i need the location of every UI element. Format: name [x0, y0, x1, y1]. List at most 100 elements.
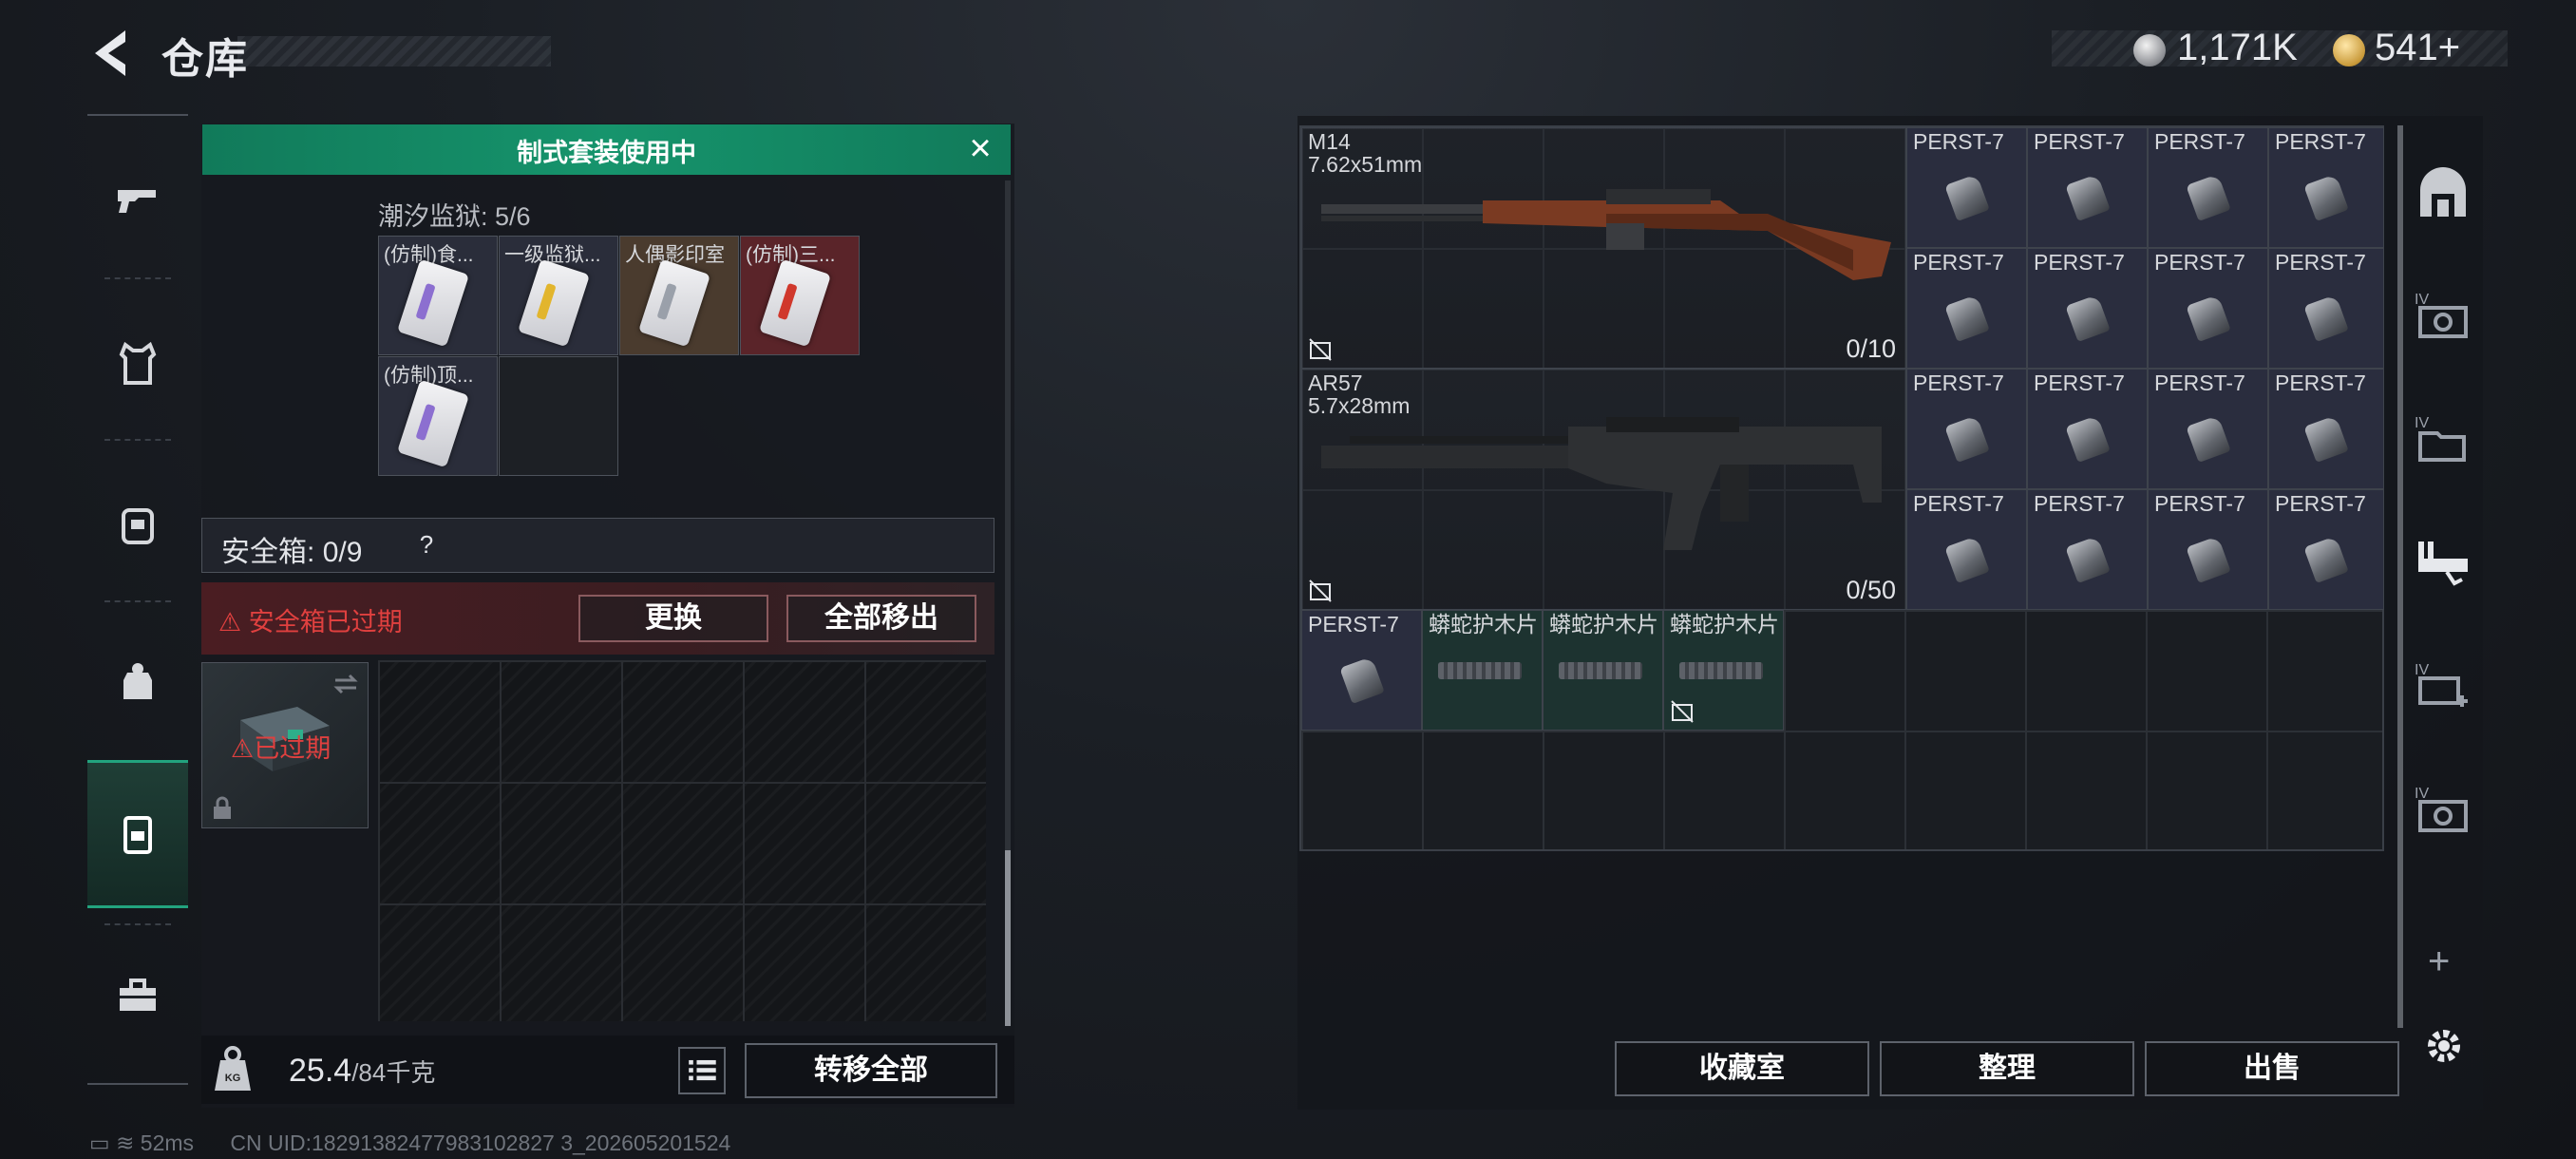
gold-coin-icon [2333, 34, 2365, 66]
organize-button[interactable]: 整理 [1880, 1041, 2134, 1096]
help-icon[interactable]: ? [409, 526, 444, 562]
storage-tab-3-icon[interactable]: IV [2413, 410, 2473, 471]
nav-safebox[interactable] [87, 760, 188, 908]
ammo-icon [2064, 535, 2111, 583]
set-item-slot-empty[interactable] [499, 356, 618, 476]
rifle-m14-icon [1321, 189, 1891, 280]
ammo-icon [2303, 535, 2349, 583]
ammo-icon [1943, 294, 1990, 342]
storage-tab-2-icon[interactable]: IV [2413, 287, 2473, 348]
set-item-slot[interactable]: (仿制)顶... [378, 356, 498, 476]
pouch-icon [123, 663, 152, 699]
ammo-item[interactable]: PERST-7 [2148, 489, 2268, 610]
weight-icon: KG [215, 1046, 251, 1091]
nav-rig[interactable] [87, 619, 188, 743]
set-item-slot[interactable]: (仿制)三... [740, 236, 860, 355]
ammo-item[interactable]: PERST-7 [2148, 369, 2268, 489]
ammo-label: PERST-7 [2034, 370, 2125, 395]
gear-icon[interactable] [2422, 1024, 2466, 1068]
vest-icon [119, 341, 157, 385]
nav-toolbox[interactable] [87, 933, 188, 1056]
handguard-icon [1438, 662, 1522, 679]
ammo-icon [2064, 173, 2111, 221]
ammo-label: PERST-7 [2154, 250, 2245, 275]
ammo-item[interactable]: PERST-7 [2268, 369, 2384, 489]
weight-value: 25.4 [289, 1053, 352, 1089]
handguard-icon [1679, 662, 1763, 679]
ammo-item[interactable]: PERST-7 [1906, 248, 2027, 369]
ammo-count: 0/50 [1846, 576, 1896, 604]
safebox-grid[interactable] [378, 660, 986, 1021]
storage-tab-5-icon[interactable]: IV [2413, 657, 2473, 718]
ammo-item[interactable]: PERST-7 [2268, 489, 2384, 610]
handguard-item[interactable]: 蟒蛇护木片 [1543, 610, 1663, 731]
title-decoration [237, 36, 551, 66]
replace-button[interactable]: 更换 [578, 595, 768, 642]
nav-weapons[interactable] [87, 139, 188, 262]
storage-tab-4-icon[interactable] [2413, 534, 2473, 595]
ammo-item[interactable]: PERST-7 [2148, 248, 2268, 369]
no-attachment-icon [1309, 580, 1332, 602]
svg-text:KG: KG [225, 1073, 241, 1084]
left-scrollbar-thumb[interactable] [1005, 850, 1011, 1026]
ammo-item[interactable]: PERST-7 [2027, 489, 2148, 610]
ammo-icon [2185, 535, 2231, 583]
expired-warning-text: 安全箱已过期 [248, 608, 403, 636]
weight-max: /84千克 [351, 1058, 436, 1087]
back-arrow-icon[interactable] [87, 27, 133, 80]
add-storage-icon[interactable]: + [2428, 940, 2450, 983]
safebox-item[interactable]: ⚠已过期 [201, 662, 369, 828]
weight-readout: 25.4/84千克 [289, 1053, 435, 1090]
status-bar: ▭ ≋ 52ms CN UID:18291382477983102827 3_2… [89, 1130, 730, 1156]
ammo-item[interactable]: PERST-7 [1301, 610, 1422, 731]
storage-grid[interactable]: M14 7.62x51mm 0/10 AR57 5.7x28mm 0/50 PERS… [1299, 125, 2384, 851]
storage-main-icon[interactable] [2413, 163, 2473, 224]
set-item-slot[interactable]: (仿制)食... [378, 236, 498, 355]
gold-currency-value[interactable]: 541+ [2375, 27, 2460, 69]
ammo-item[interactable]: PERST-7 [1906, 489, 2027, 610]
sell-button[interactable]: 出售 [2145, 1041, 2399, 1096]
safebox-capacity: 安全箱: 0/9 [221, 528, 362, 570]
handguard-icon [1559, 662, 1642, 679]
weapon-item-m14[interactable]: M14 7.62x51mm 0/10 [1301, 127, 1906, 369]
close-icon[interactable]: × [965, 129, 995, 167]
weapon-name: M14 [1308, 129, 1351, 154]
storage-tab-6-icon[interactable]: IV [2413, 781, 2473, 842]
no-attachment-icon [1671, 700, 1694, 723]
list-icon[interactable] [678, 1047, 726, 1094]
ammo-item[interactable]: PERST-7 [2148, 127, 2268, 248]
nav-backpack[interactable] [87, 463, 188, 586]
ammo-label: PERST-7 [2275, 370, 2366, 395]
kit-banner: 制式套装使用中 × [202, 124, 1011, 175]
safebox-expired-tag-text: 已过期 [254, 734, 331, 763]
transfer-all-button[interactable]: 转移全部 [745, 1043, 997, 1098]
handguard-item[interactable]: 蟒蛇护木片 [1663, 610, 1784, 731]
ammo-label: PERST-7 [2275, 491, 2366, 516]
ammo-item[interactable]: PERST-7 [2268, 127, 2384, 248]
ammo-label: PERST-7 [2034, 250, 2125, 275]
safebox-label: 安全箱: [221, 537, 315, 568]
ammo-icon [2064, 294, 2111, 342]
remove-all-button[interactable]: 全部移出 [786, 595, 976, 642]
nav-armor[interactable] [87, 301, 188, 425]
keycard-icon [396, 379, 470, 468]
safebox-expired-bar: ⚠ 安全箱已过期 更换 全部移出 [201, 582, 994, 655]
collection-button[interactable]: 收藏室 [1615, 1041, 1869, 1096]
ammo-item[interactable]: PERST-7 [2027, 369, 2148, 489]
ammo-item[interactable]: PERST-7 [2027, 127, 2148, 248]
battery-icon: ▭ [89, 1130, 110, 1155]
set-item-slot[interactable]: 人偶影印室 [619, 236, 739, 355]
ammo-icon [2185, 173, 2231, 221]
expired-warning: ⚠ 安全箱已过期 [218, 608, 403, 636]
weapon-item-ar57[interactable]: AR57 5.7x28mm 0/50 [1301, 369, 1906, 610]
handguard-item[interactable]: 蟒蛇护木片 [1422, 610, 1543, 731]
ammo-icon [1943, 173, 1990, 221]
page-title: 仓库 [161, 36, 249, 83]
ammo-label: PERST-7 [1308, 612, 1399, 636]
ammo-item[interactable]: PERST-7 [2027, 248, 2148, 369]
svg-text:IV: IV [2415, 786, 2429, 802]
set-item-slot[interactable]: 一级监狱... [499, 236, 618, 355]
ammo-item[interactable]: PERST-7 [1906, 369, 2027, 489]
ammo-item[interactable]: PERST-7 [2268, 248, 2384, 369]
ammo-item[interactable]: PERST-7 [1906, 127, 2027, 248]
